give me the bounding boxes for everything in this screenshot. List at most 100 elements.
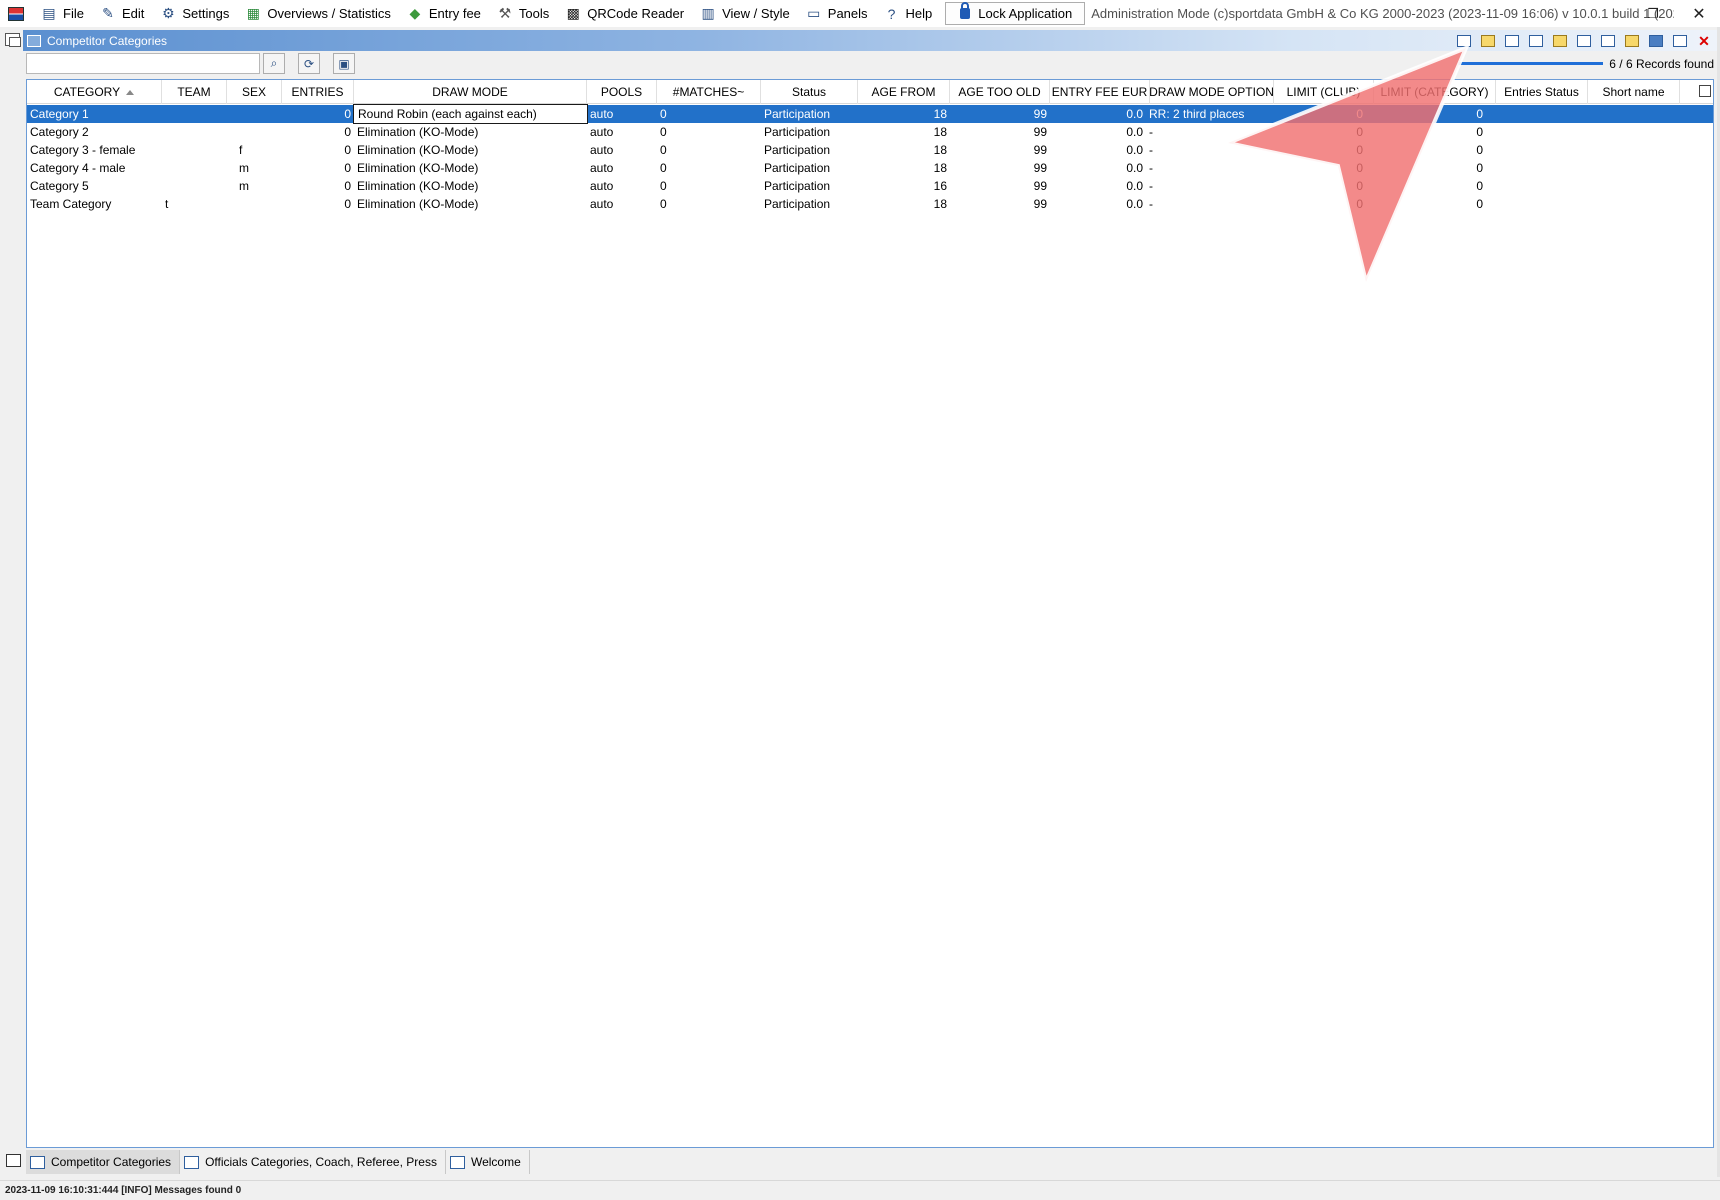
column-header-entries[interactable]: ENTRIES [282,80,354,104]
cell-entries[interactable]: 0 [282,105,354,123]
cell-status[interactable]: Participation [761,159,858,177]
cell-pools[interactable]: auto [587,177,657,195]
cell-matches[interactable]: 0 [657,159,761,177]
cell-short-name[interactable] [1588,195,1680,213]
cell-category[interactable]: Category 5 [27,177,162,195]
cell-pools[interactable]: auto [587,195,657,213]
cell-limit-club[interactable]: 0 [1274,177,1366,195]
menu-qrcode-reader[interactable]: ▩ QRCode Reader [558,0,690,27]
cell-age-too-old[interactable]: 99 [950,123,1050,141]
cell-entries[interactable]: 0 [282,123,354,141]
cell-entries[interactable]: 0 [282,159,354,177]
cell-limit-category[interactable]: 0 [1374,123,1486,141]
cell-age-too-old[interactable]: 99 [950,195,1050,213]
cell-limit-category[interactable]: 0 [1374,177,1486,195]
cell-entries[interactable]: 0 [282,141,354,159]
cell-short-name[interactable] [1588,159,1680,177]
save-button[interactable]: ▣ [333,53,355,74]
lock-application-button[interactable]: Lock Application [945,2,1086,25]
table-layout-icon[interactable] [1646,32,1666,50]
cell-entries-status[interactable] [1496,195,1588,213]
menu-entry-fee[interactable]: ◆ Entry fee [400,0,487,27]
cell-entry-fee[interactable]: 0.0 [1050,177,1146,195]
cell-draw-mode[interactable]: Elimination (KO-Mode) [354,141,587,159]
app-logo-icon[interactable] [8,6,24,21]
cell-pools[interactable]: auto [587,159,657,177]
menu-file[interactable]: ▤ File [34,0,90,27]
cell-sex[interactable] [227,105,282,123]
cell-status[interactable]: Participation [761,105,858,123]
cell-age-too-old[interactable]: 99 [950,141,1050,159]
cell-sex[interactable]: m [227,159,282,177]
cell-entries-status[interactable] [1496,105,1588,123]
cell-entry-fee[interactable]: 0.0 [1050,105,1146,123]
menu-view-style[interactable]: ▥ View / Style [693,0,796,27]
menu-edit[interactable]: ✎ Edit [93,0,150,27]
menu-panels[interactable]: ▭ Panels [799,0,874,27]
cell-limit-club[interactable]: 0 [1274,105,1366,123]
column-header-team[interactable]: TEAM [162,80,227,104]
cell-limit-club[interactable]: 0 [1274,123,1366,141]
cell-limit-category[interactable]: 0 [1374,141,1486,159]
cell-draw-mode-option[interactable]: - [1146,195,1274,213]
new-window-icon[interactable] [1454,32,1474,50]
column-header-status[interactable]: Status [761,80,858,104]
cell-category[interactable]: Category 2 [27,123,162,141]
cell-pools[interactable]: auto [587,105,657,123]
cell-team[interactable] [162,141,227,159]
cell-entries-status[interactable] [1496,123,1588,141]
columns-icon[interactable] [1574,32,1594,50]
cell-pools[interactable]: auto [587,123,657,141]
rows-icon[interactable] [1598,32,1618,50]
column-header-entries-status[interactable]: Entries Status [1496,80,1588,104]
menu-tools[interactable]: ⚒ Tools [490,0,555,27]
cell-age-from[interactable]: 18 [858,141,950,159]
table-row[interactable]: Category 1 0 Round Robin (each against eac… [27,104,1713,124]
cell-short-name[interactable] [1588,123,1680,141]
panels-switch-icon[interactable] [6,1154,21,1167]
list-view-icon[interactable] [1526,32,1546,50]
edit-record-icon[interactable] [1550,32,1570,50]
form-view-icon[interactable] [1502,32,1522,50]
column-header-draw-mode-option[interactable]: DRAW MODE OPTION [1150,80,1274,104]
column-header-age-too-old[interactable]: AGE TOO OLD [950,80,1050,104]
cell-draw-mode-option[interactable]: - [1146,177,1274,195]
detach-window-icon[interactable] [1670,32,1690,50]
cell-limit-club[interactable]: 0 [1274,195,1366,213]
cell-status[interactable]: Participation [761,123,858,141]
cell-short-name[interactable] [1588,177,1680,195]
cell-entries-status[interactable] [1496,159,1588,177]
cell-sex[interactable]: m [227,177,282,195]
cell-limit-category[interactable]: 0 [1374,105,1486,123]
cell-age-from[interactable]: 16 [858,177,950,195]
column-chooser-icon[interactable] [1699,85,1711,97]
cell-team[interactable] [162,159,227,177]
cell-short-name[interactable] [1588,141,1680,159]
cell-age-from[interactable]: 18 [858,123,950,141]
cell-draw-mode-option[interactable]: - [1146,123,1274,141]
cell-status[interactable]: Participation [761,177,858,195]
close-panel-icon[interactable]: ✕ [1694,32,1714,50]
cell-draw-mode-option[interactable]: - [1146,141,1274,159]
cell-sex[interactable] [227,123,282,141]
cell-short-name[interactable] [1588,105,1680,123]
menu-overviews-statistics[interactable]: ▦ Overviews / Statistics [238,0,397,27]
cell-sex[interactable]: f [227,141,282,159]
cell-matches[interactable]: 0 [657,105,761,123]
menu-help[interactable]: ? Help [877,0,939,27]
refresh-button[interactable]: ⟳ [298,53,320,74]
cell-draw-mode[interactable]: Round Robin (each against each) [353,104,588,124]
cell-matches[interactable]: 0 [657,177,761,195]
tab-welcome[interactable]: Welcome [446,1150,530,1174]
cell-entry-fee[interactable]: 0.0 [1050,159,1146,177]
menu-settings[interactable]: ⚙ Settings [153,0,235,27]
cell-entries[interactable]: 0 [282,195,354,213]
tab-competitor-categories[interactable]: Competitor Categories [26,1150,181,1174]
cell-age-too-old[interactable]: 99 [950,159,1050,177]
cell-age-from[interactable]: 18 [858,105,950,123]
cell-status[interactable]: Participation [761,141,858,159]
cell-matches[interactable]: 0 [657,195,761,213]
cell-status[interactable]: Participation [761,195,858,213]
close-window-button[interactable]: ✕ [1676,0,1720,27]
tab-officials-categories[interactable]: Officials Categories, Coach, Referee, Pr… [180,1150,446,1174]
